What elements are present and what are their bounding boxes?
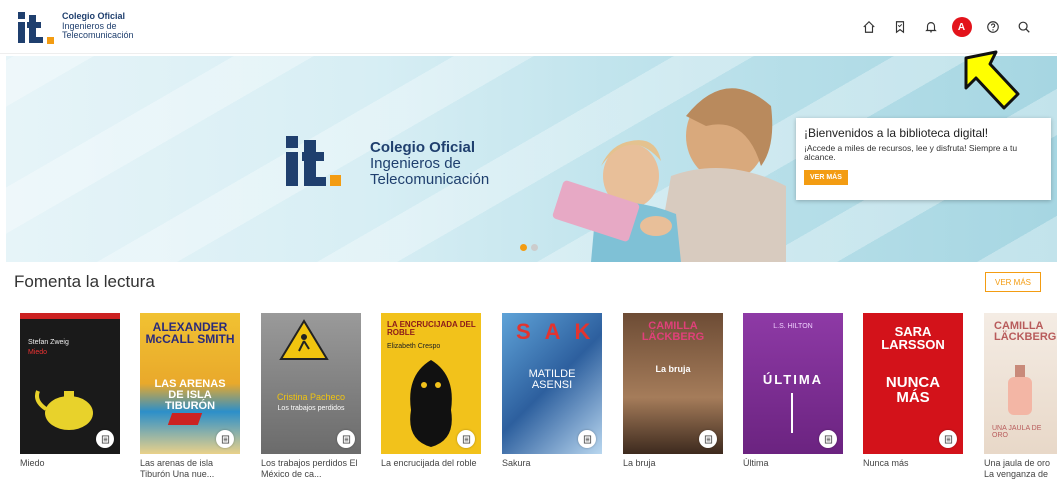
hero-banner[interactable]: Colegio Oficial Ingenieros de Telecomuni… bbox=[6, 56, 1057, 262]
hero-ver-mas-button[interactable]: VER MÁS bbox=[804, 170, 848, 185]
book-cover[interactable]: L.S. HILTON ÚLTIMA bbox=[743, 313, 843, 454]
logo-mark bbox=[16, 12, 56, 44]
logo-line-3: Telecomunicación bbox=[62, 30, 134, 40]
book-cover[interactable]: CAMILLA LÄCKBERG La bruja bbox=[623, 313, 723, 454]
book-title[interactable]: Una jaula de oro La venganza de u... bbox=[984, 458, 1057, 479]
hero-logo-mark bbox=[286, 136, 350, 186]
book-title[interactable]: Nunca más bbox=[863, 458, 963, 479]
welcome-title: ¡Bienvenidos a la biblioteca digital! bbox=[804, 126, 989, 140]
ebook-badge-icon bbox=[457, 430, 475, 448]
books-carousel: Stefan Zweig Miedo Miedo ALEXANDER McCAL… bbox=[0, 313, 1057, 479]
welcome-subtitle: ¡Accede a miles de recursos, lee y disfr… bbox=[804, 143, 1018, 162]
book-title[interactable]: Miedo bbox=[20, 458, 120, 479]
user-avatar[interactable]: A bbox=[946, 14, 977, 40]
book-cover[interactable]: Stefan Zweig Miedo bbox=[20, 313, 120, 454]
book-title[interactable]: La encrucijada del roble bbox=[381, 458, 481, 479]
book-item[interactable]: LA ENCRUCIJADA DEL ROBLE Elizabeth Cresp… bbox=[381, 313, 481, 479]
book-item[interactable]: CAMILLA LÄCKBERG UNA JAULA DE ORO Una ja… bbox=[984, 313, 1057, 479]
ebook-badge-icon bbox=[939, 430, 957, 448]
header-icons: A bbox=[853, 14, 1039, 40]
book-title[interactable]: Última bbox=[743, 458, 843, 479]
book-item[interactable]: SAKURA MATILDE ASENSI Sakura bbox=[502, 313, 602, 479]
book-item[interactable]: Cristina Pacheco Los trabajos perdidos L… bbox=[261, 313, 361, 479]
ebook-badge-icon bbox=[819, 430, 837, 448]
hero-logo-text: Colegio Oficial Ingenieros de Telecomuni… bbox=[370, 140, 489, 188]
book-title[interactable]: Los trabajos perdidos El México de ca... bbox=[261, 458, 361, 479]
book-cover[interactable]: LA ENCRUCIJADA DEL ROBLE Elizabeth Cresp… bbox=[381, 313, 481, 454]
book-item[interactable]: ALEXANDER McCALL SMITH LAS ARENAS DE ISL… bbox=[140, 313, 240, 479]
book-cover[interactable]: ALEXANDER McCALL SMITH LAS ARENAS DE ISL… bbox=[140, 313, 240, 454]
avatar: A bbox=[951, 17, 972, 37]
section-title: Fomenta la lectura bbox=[14, 272, 155, 291]
ebook-badge-icon bbox=[699, 430, 717, 448]
home-icon[interactable] bbox=[853, 14, 884, 40]
book-item[interactable]: SARA LARSSON NUNCA MÁS Nunca más bbox=[863, 313, 963, 479]
ebook-badge-icon bbox=[216, 430, 234, 448]
book-title[interactable]: La bruja bbox=[623, 458, 723, 479]
carousel-dots bbox=[520, 244, 538, 251]
section-ver-mas-button[interactable]: VER MÁS bbox=[985, 272, 1041, 292]
book-cover[interactable]: CAMILLA LÄCKBERG UNA JAULA DE ORO bbox=[984, 313, 1057, 454]
book-title[interactable]: Las arenas de isla Tiburón Una nue... bbox=[140, 458, 240, 479]
hero-logo-line-1: Colegio Oficial bbox=[370, 139, 476, 156]
site-logo[interactable]: Colegio Oficial Ingenieros de Telecomuni… bbox=[16, 11, 134, 44]
book-cover[interactable]: SAKURA MATILDE ASENSI bbox=[502, 313, 602, 454]
book-title[interactable]: Sakura bbox=[502, 458, 602, 479]
book-item[interactable]: CAMILLA LÄCKBERG La bruja La bruja bbox=[623, 313, 723, 479]
ebook-badge-icon bbox=[96, 430, 114, 448]
book-item[interactable]: L.S. HILTON ÚLTIMA Última bbox=[743, 313, 843, 479]
book-item[interactable]: Stefan Zweig Miedo Miedo bbox=[20, 313, 120, 479]
bell-icon[interactable] bbox=[915, 14, 946, 40]
hero-photo-reading bbox=[552, 88, 786, 262]
carousel-dot-2[interactable] bbox=[531, 244, 538, 251]
hero-logo-line-2: Ingenieros de bbox=[370, 155, 461, 172]
welcome-card: ¡Bienvenidos a la biblioteca digital! ¡A… bbox=[796, 118, 1051, 200]
help-icon[interactable] bbox=[977, 14, 1008, 40]
bookmark-icon[interactable] bbox=[884, 14, 915, 40]
hero-logo: Colegio Oficial Ingenieros de Telecomuni… bbox=[286, 136, 489, 188]
hero-logo-line-3: Telecomunicación bbox=[370, 171, 490, 188]
logo-text: Colegio Oficial Ingenieros de Telecomuni… bbox=[62, 11, 134, 41]
ebook-badge-icon bbox=[337, 430, 355, 448]
book-cover[interactable]: Cristina Pacheco Los trabajos perdidos bbox=[261, 313, 361, 454]
search-icon[interactable] bbox=[1008, 14, 1039, 40]
top-header: Colegio Oficial Ingenieros de Telecomuni… bbox=[0, 0, 1057, 54]
ebook-badge-icon bbox=[578, 430, 596, 448]
book-cover[interactable]: SARA LARSSON NUNCA MÁS bbox=[863, 313, 963, 454]
arrow-annotation-icon bbox=[964, 50, 1020, 110]
carousel-dot-1[interactable] bbox=[520, 244, 527, 251]
